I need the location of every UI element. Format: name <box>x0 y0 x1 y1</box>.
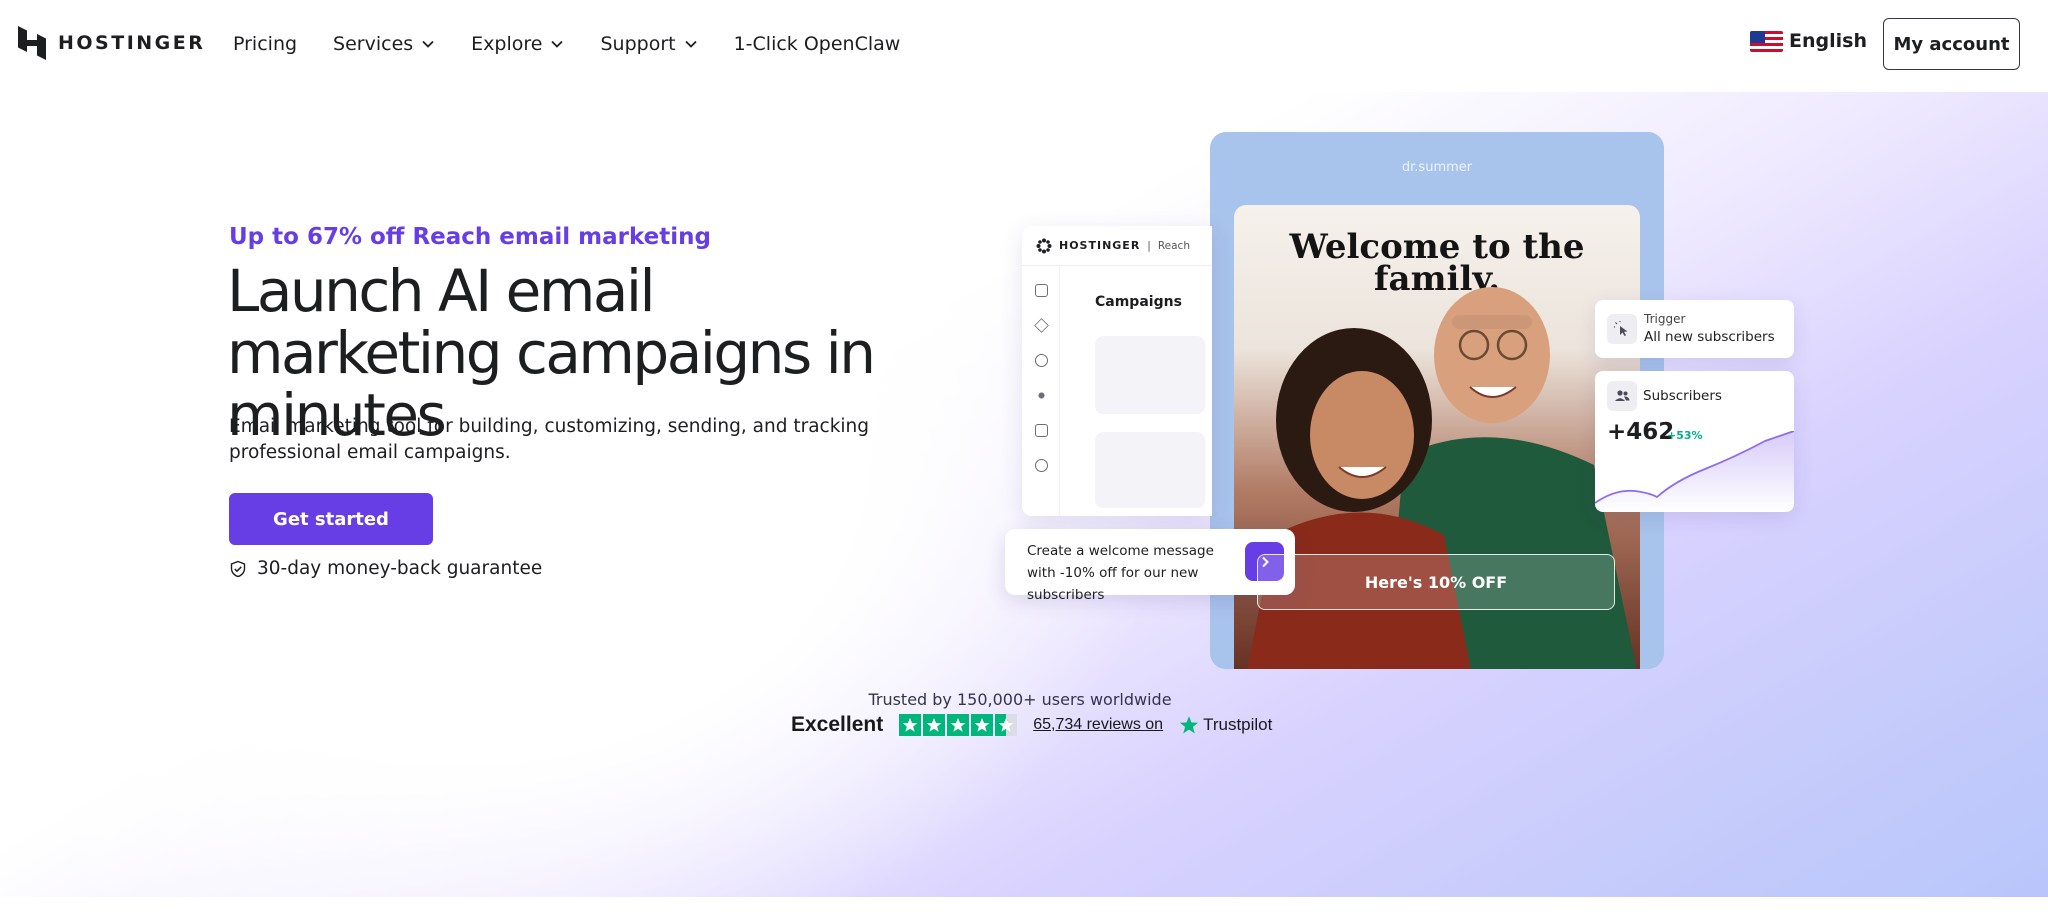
app-brand: HOSTINGER <box>1059 239 1141 252</box>
sender-handle: dr.summer <box>1401 160 1473 175</box>
offer-button: Here's 10% OFF <box>1257 554 1615 610</box>
app-product: Reach <box>1157 239 1190 252</box>
star-icon <box>947 714 970 736</box>
nav-item-pricing[interactable]: Pricing <box>233 30 297 58</box>
nav-item-label: Support <box>600 33 676 55</box>
ai-prompt-bubble: Create a welcome message with -10% off f… <box>1005 529 1295 603</box>
trustpilot-rating[interactable]: Excellent 65,734 reviews on Trustpilot <box>791 713 1272 737</box>
nav-item-label: 1-Click OpenClaw <box>733 33 901 55</box>
my-account-button[interactable]: My account <box>1883 18 2020 70</box>
rating-label: Excellent <box>791 713 884 736</box>
trusted-by-text: Trusted by 150,000+ users worldwide <box>868 690 1172 709</box>
trustpilot-logo[interactable]: Trustpilot <box>1179 715 1272 735</box>
nav-item-label: Services <box>333 33 414 55</box>
get-started-button[interactable]: Get started <box>229 493 433 545</box>
reach-app-panel: HOSTINGER | Reach Campaigns <box>1022 226 1212 516</box>
star-icon <box>971 714 994 736</box>
trigger-card: Trigger All new subscribers <box>1595 300 1794 358</box>
chevron-down-icon <box>551 40 564 48</box>
subscribers-box <box>1607 381 1637 411</box>
nav-item-services[interactable]: Services <box>333 30 435 58</box>
campaigns-title: Campaigns <box>1095 294 1182 310</box>
guarantee-note: 30-day money-back guarantee <box>229 558 542 579</box>
nav-item-support[interactable]: Support <box>600 30 697 58</box>
blocks-icon <box>1035 424 1048 437</box>
language-label: English <box>1789 30 1867 52</box>
trigger-value: All new subscribers <box>1644 329 1775 345</box>
hero-section: Up to 67% off Reach email marketing Laun… <box>0 92 2048 897</box>
star-icon <box>923 714 946 736</box>
nav-item-explore[interactable]: Explore <box>471 30 564 58</box>
trigger-label: Trigger <box>1644 312 1686 326</box>
hostinger-sun-icon <box>1036 238 1052 253</box>
trustpilot-star-icon <box>1179 716 1199 734</box>
app-header: HOSTINGER | Reach <box>1022 226 1212 266</box>
campaign-placeholder <box>1095 336 1205 414</box>
nav-item-label: Pricing <box>233 33 298 55</box>
trigger-box <box>1607 314 1637 344</box>
settings-icon <box>1035 459 1048 472</box>
chevron-down-icon <box>422 40 434 48</box>
language-selector[interactable]: English <box>1750 30 1867 52</box>
top-nav: HOSTINGER Pricing Services Explore Suppo… <box>0 0 2048 92</box>
hostinger-logo[interactable]: HOSTINGER <box>18 26 205 60</box>
app-divider: | <box>1147 239 1151 252</box>
users-icon <box>1615 390 1630 401</box>
campaign-placeholder <box>1095 432 1205 508</box>
app-sidebar <box>1022 266 1060 516</box>
star-icon <box>899 714 922 736</box>
reviews-count-link[interactable]: 65,734 reviews on <box>1033 716 1163 734</box>
nav-item-label: Explore <box>471 33 543 55</box>
shield-check-icon <box>230 560 246 577</box>
pointer-click-icon <box>1614 321 1628 336</box>
hero-description: Email marketing tool for building, custo… <box>229 416 870 463</box>
us-flag-icon <box>1750 30 1783 52</box>
chevron-down-icon <box>684 40 697 48</box>
hostinger-logo-icon <box>18 26 46 60</box>
guarantee-text: 30-day money-back guarantee <box>257 558 543 579</box>
subscribers-growth-sparkline <box>1595 431 1794 512</box>
send-icon <box>1034 318 1049 333</box>
sparkle-icon <box>1035 389 1048 402</box>
subscribers-label: Subscribers <box>1643 388 1722 404</box>
half-star-icon <box>995 714 1018 736</box>
trustpilot-name: Trustpilot <box>1203 715 1273 734</box>
nav-item-openclaw[interactable]: 1-Click OpenClaw <box>734 30 901 58</box>
home-icon <box>1035 284 1048 297</box>
brand-name: HOSTINGER <box>58 32 206 54</box>
subscribers-card: Subscribers +462 +53% <box>1595 371 1794 512</box>
promo-label: Up to 67% off Reach email marketing <box>229 224 711 250</box>
star-rating <box>899 714 1018 736</box>
main-menu: Pricing Services Explore Support 1-Click… <box>233 30 936 58</box>
users-icon <box>1035 354 1048 367</box>
ai-prompt-text: Create a welcome message with -10% off f… <box>1027 543 1214 603</box>
